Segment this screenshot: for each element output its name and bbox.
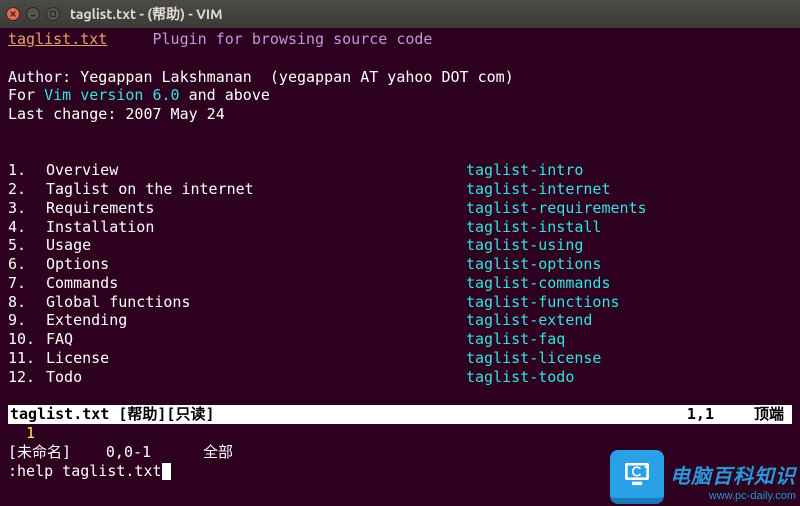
toc-row: 8.Global functionstaglist-functions (8, 293, 792, 312)
window-title: taglist.txt - (帮助) - VIM (70, 4, 223, 24)
toc-row: 10.FAQtaglist-faq (8, 330, 792, 349)
window-buttons (6, 7, 60, 21)
toc-tag-link[interactable]: taglist-extend (466, 311, 592, 330)
toc-row: 3.Requirementstaglist-requirements (8, 199, 792, 218)
toc-label: License (46, 349, 466, 368)
buffer2-line: 1 (8, 424, 792, 443)
toc-row: 6.Optionstaglist-options (8, 255, 792, 274)
toc-row: 5.Usagetaglist-using (8, 236, 792, 255)
toc-tag-link[interactable]: taglist-todo (466, 368, 574, 387)
toc-label: Extending (46, 311, 466, 330)
toc-tag-link[interactable]: taglist-commands (466, 274, 611, 293)
toc-index: 1. (8, 161, 46, 180)
minimize-icon[interactable] (26, 7, 40, 21)
toc-index: 10. (8, 330, 46, 349)
terminal-area[interactable]: taglist.txt Plugin for browsing source c… (0, 28, 800, 506)
maximize-icon[interactable] (46, 7, 60, 21)
toc-index: 3. (8, 199, 46, 218)
toc-list: 1.Overviewtaglist-intro2.Taglist on the … (8, 161, 792, 386)
toc-label: Global functions (46, 293, 466, 312)
last-change-line: Last change: 2007 May 24 (8, 105, 792, 124)
command-line[interactable]: :help taglist.txt (8, 462, 792, 481)
toc-index: 4. (8, 218, 46, 237)
toc-row: 2.Taglist on the internettaglist-interne… (8, 180, 792, 199)
toc-index: 2. (8, 180, 46, 199)
toc-tag-link[interactable]: taglist-intro (466, 161, 583, 180)
toc-tag-link[interactable]: taglist-license (466, 349, 601, 368)
author-line: Author: Yegappan Lakshmanan (yegappan AT… (8, 68, 792, 87)
toc-label: Options (46, 255, 466, 274)
for-line: For Vim version 6.0 and above (8, 86, 792, 105)
toc-row: 9.Extendingtaglist-extend (8, 311, 792, 330)
blank-line (8, 386, 792, 405)
help-filename: taglist.txt (8, 30, 107, 48)
help-subtitle: Plugin for browsing source code (153, 30, 433, 48)
toc-index: 12. (8, 368, 46, 387)
vim-version-link[interactable]: Vim version 6.0 (44, 86, 179, 104)
toc-row: 7.Commandstaglist-commands (8, 274, 792, 293)
status-bar-noname: [未命名] 0,0-1 全部 (8, 443, 792, 462)
toc-label: FAQ (46, 330, 466, 349)
toc-label: Overview (46, 161, 466, 180)
toc-tag-link[interactable]: taglist-internet (466, 180, 611, 199)
status-noname-label: [未命名] (8, 443, 71, 462)
status-percent-2: 全部 (151, 443, 241, 462)
status-filename: taglist.txt [帮助][只读] (8, 405, 215, 424)
toc-tag-link[interactable]: taglist-functions (466, 293, 620, 312)
status-position: 1,1 (687, 405, 722, 424)
toc-label: Todo (46, 368, 466, 387)
close-icon[interactable] (6, 7, 20, 21)
command-text: :help taglist.txt (8, 462, 162, 481)
toc-index: 6. (8, 255, 46, 274)
toc-index: 11. (8, 349, 46, 368)
toc-tag-link[interactable]: taglist-install (466, 218, 601, 237)
toc-label: Commands (46, 274, 466, 293)
toc-tag-link[interactable]: taglist-using (466, 236, 583, 255)
toc-row: 1.Overviewtaglist-intro (8, 161, 792, 180)
toc-index: 5. (8, 236, 46, 255)
toc-tag-link[interactable]: taglist-options (466, 255, 601, 274)
toc-row: 4.Installationtaglist-install (8, 218, 792, 237)
help-header: taglist.txt Plugin for browsing source c… (8, 30, 792, 49)
toc-tag-link[interactable]: taglist-requirements (466, 199, 647, 218)
blank-line (8, 124, 792, 143)
toc-tag-link[interactable]: taglist-faq (466, 330, 565, 349)
cursor (162, 463, 171, 480)
window-titlebar: taglist.txt - (帮助) - VIM (0, 0, 800, 28)
status-position-2: 0,0-1 (71, 443, 151, 462)
toc-row: 12.Todotaglist-todo (8, 368, 792, 387)
line-number: 1 (8, 424, 44, 442)
toc-label: Installation (46, 218, 466, 237)
blank-line (8, 49, 792, 68)
toc-label: Taglist on the internet (46, 180, 466, 199)
status-percent: 顶端 (722, 405, 792, 424)
toc-label: Usage (46, 236, 466, 255)
status-bar-help: taglist.txt [帮助][只读] 1,1 顶端 (8, 405, 792, 424)
toc-index: 9. (8, 311, 46, 330)
toc-index: 8. (8, 293, 46, 312)
blank-line (8, 143, 792, 162)
toc-label: Requirements (46, 199, 466, 218)
toc-row: 11.Licensetaglist-license (8, 349, 792, 368)
watermark-url: www.pc-daily.com (670, 490, 796, 504)
toc-index: 7. (8, 274, 46, 293)
